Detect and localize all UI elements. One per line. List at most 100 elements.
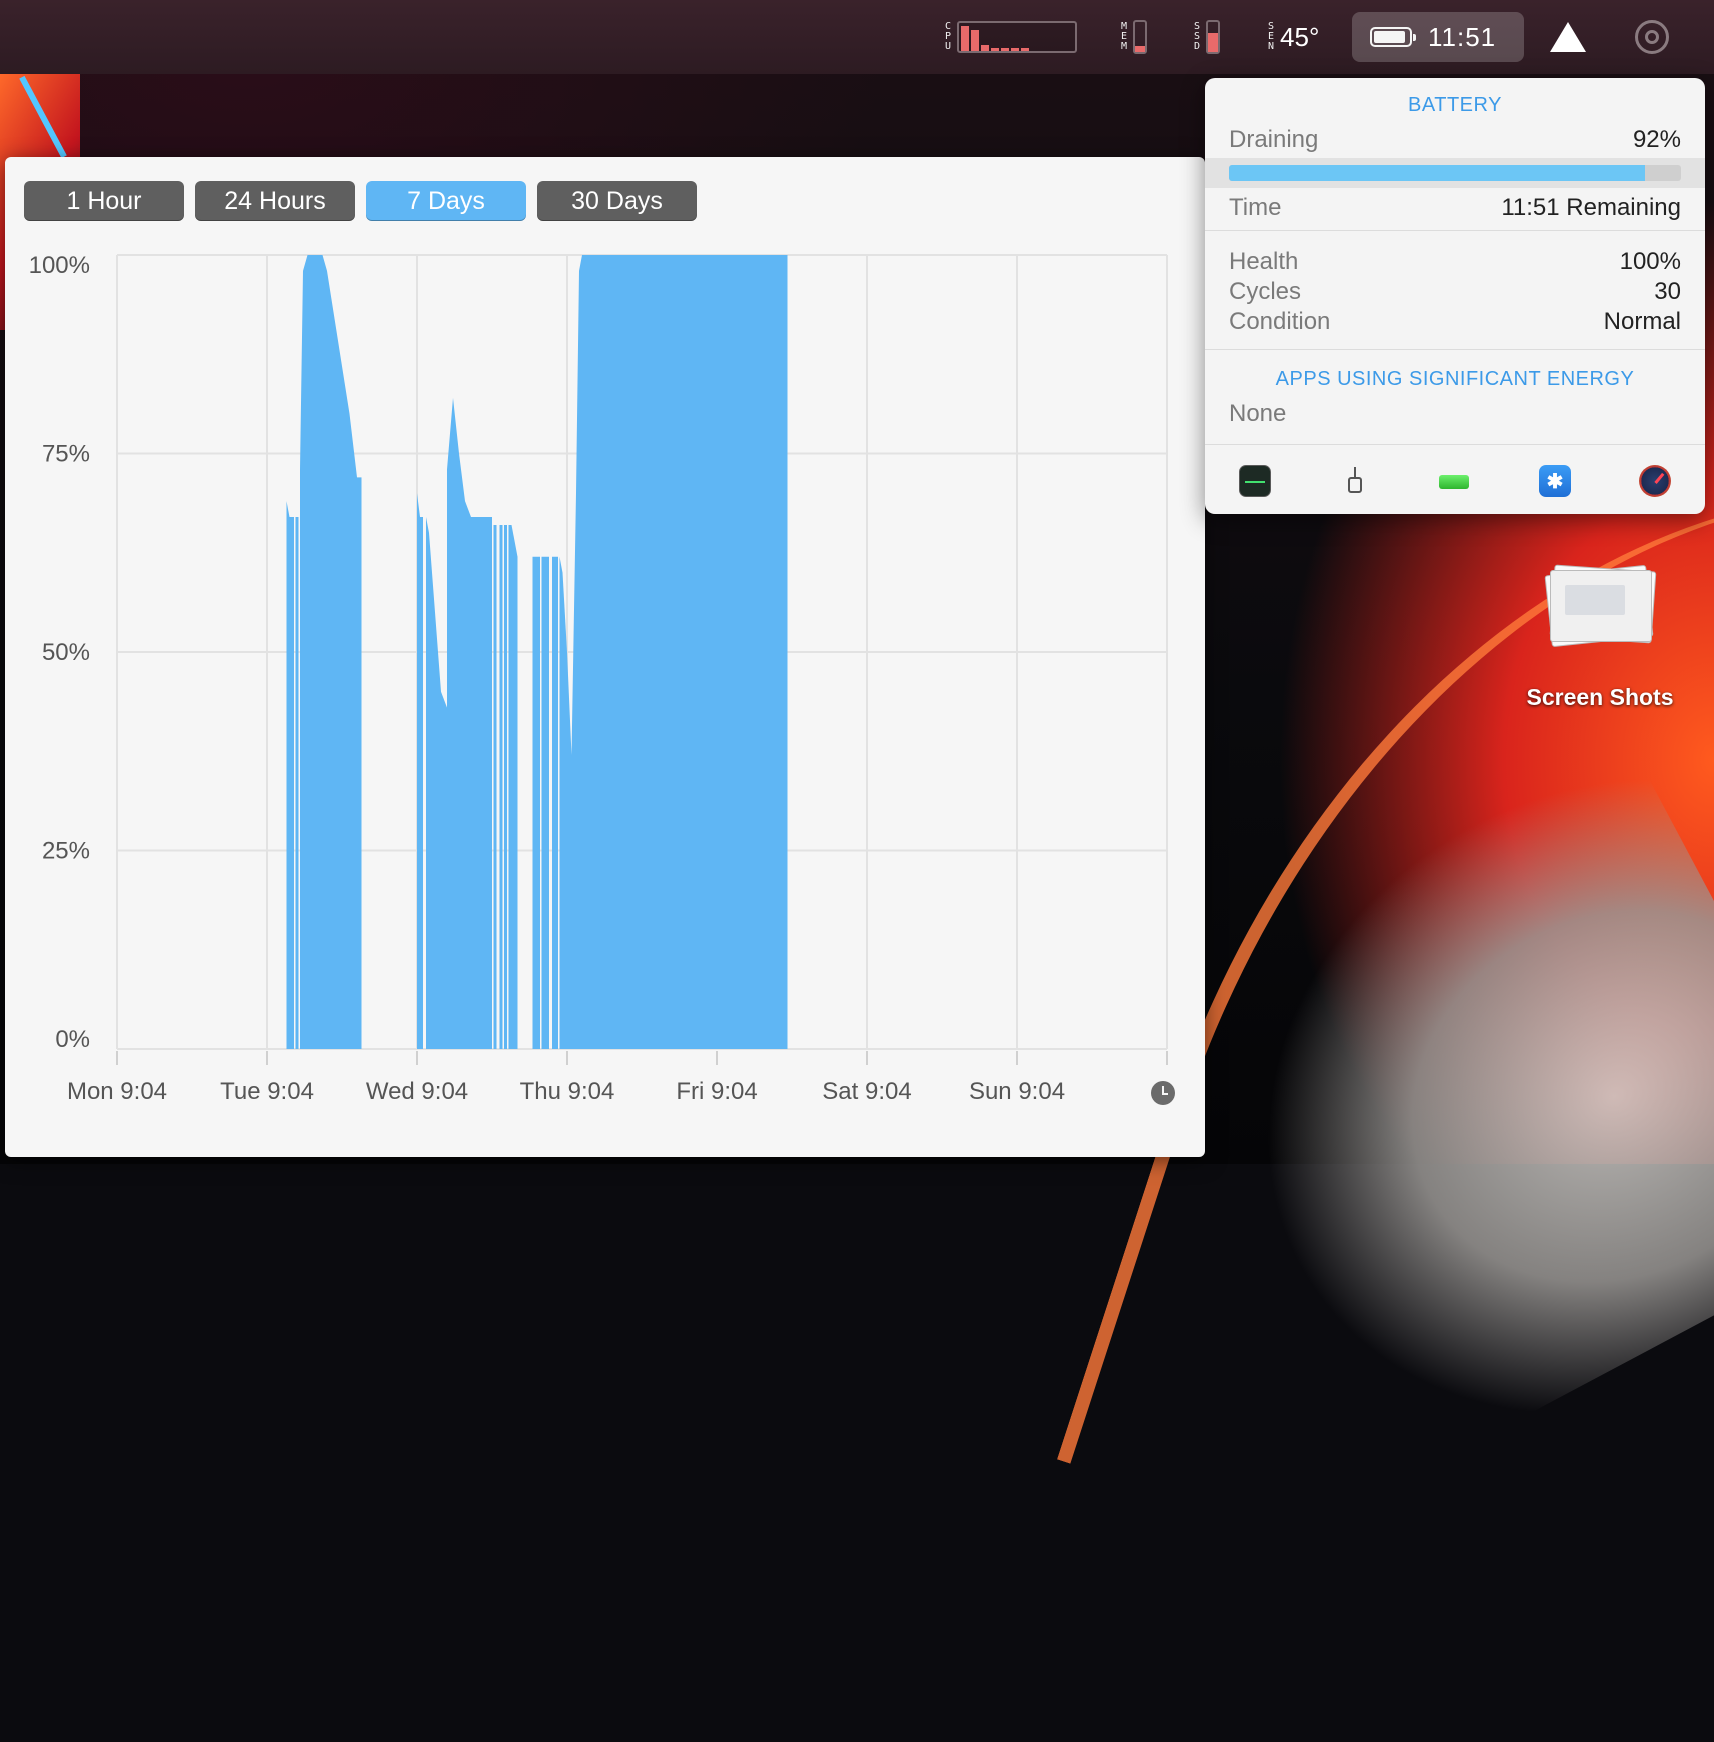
- cpu-graph: [957, 21, 1078, 53]
- screen-shots-folder-icon[interactable]: [1544, 564, 1657, 648]
- speedometer-icon[interactable]: [1639, 465, 1671, 497]
- battery-level-area: [295, 517, 299, 1049]
- y-tick-label: 25%: [42, 838, 90, 865]
- ssd-bar: [1206, 20, 1221, 54]
- battery-popover: BATTERY Draining 92% Time 11:51 Remainin…: [1205, 78, 1705, 514]
- battery-level-area: [559, 556, 572, 1049]
- battery-level-area: [541, 556, 549, 1049]
- condition-label: Condition: [1229, 308, 1331, 335]
- battery-level-area: [571, 255, 788, 1049]
- mem-label: M E M: [1121, 22, 1127, 52]
- cpu-graph-bar: [971, 30, 980, 51]
- activity-monitor-icon[interactable]: [1239, 465, 1271, 497]
- screen-shots-folder-label[interactable]: Screen Shots: [1500, 684, 1700, 711]
- cpu-graph-bar: [1001, 48, 1010, 51]
- battery-time: 11:51: [1428, 21, 1497, 52]
- memory-widget[interactable]: M E M: [1121, 0, 1148, 74]
- cpu-graph-bar: [1011, 48, 1020, 51]
- battery-level-area: [532, 556, 540, 1049]
- battery-level-area: [504, 524, 507, 1049]
- battery-header: BATTERY: [1408, 94, 1502, 116]
- cpu-graph-bar: [1021, 48, 1030, 51]
- sensors-widget[interactable]: S E N 45°: [1268, 0, 1319, 74]
- sen-label: S E N: [1268, 22, 1274, 52]
- battery-level-area: [286, 501, 294, 1049]
- memory-bar-fill: [1135, 46, 1146, 52]
- condition-row: Condition Normal: [1229, 308, 1681, 336]
- time-label: Time: [1229, 194, 1282, 221]
- battery-level-area: [471, 517, 492, 1049]
- ssd-label: S S D: [1194, 22, 1200, 52]
- battery-icon-fill: [1374, 31, 1406, 43]
- popover-footer-icons: ✱: [1205, 456, 1705, 506]
- condition-value: Normal: [1603, 308, 1681, 335]
- radar-icon[interactable]: [1635, 20, 1669, 54]
- battery-icon: [1370, 27, 1416, 47]
- separator: [1205, 230, 1705, 231]
- sensor-temperature: 45°: [1280, 21, 1320, 52]
- cycles-row: Cycles 30: [1229, 278, 1681, 306]
- y-tick-label: 0%: [55, 1026, 90, 1053]
- x-tick-label: Fri 9:04: [676, 1078, 757, 1105]
- health-row: Health 100%: [1229, 248, 1681, 276]
- y-tick-label: 100%: [29, 252, 90, 279]
- x-tick-label: Tue 9:04: [220, 1078, 314, 1105]
- ssd-widget[interactable]: S S D: [1194, 0, 1221, 74]
- x-tick-label: Mon 9:04: [67, 1078, 167, 1105]
- sen-label-n: N: [1268, 41, 1275, 52]
- separator: [1205, 349, 1705, 350]
- draining-row: Draining 92%: [1229, 126, 1681, 154]
- apps-row: None: [1229, 400, 1681, 428]
- cpu-label: C P U: [945, 22, 951, 52]
- cpu-widget[interactable]: C P U: [945, 0, 1078, 74]
- folder-stack-layer: [1550, 570, 1652, 642]
- battery-level-area: [493, 524, 497, 1049]
- time-value: 11:51 Remaining: [1501, 194, 1681, 221]
- mem-label-m2: M: [1121, 41, 1128, 52]
- memory-bar: [1133, 20, 1148, 54]
- battery-level-area: [300, 255, 362, 1049]
- draining-value: 92%: [1632, 126, 1681, 153]
- battery-level-track: [1205, 158, 1705, 188]
- cycles-label: Cycles: [1229, 278, 1302, 305]
- battery-history-window: 1 Hour 24 Hours 7 Days 30 Days 100% 75% …: [5, 157, 1205, 1157]
- battery-history-chart: 100% 75% 50% 25% 0% Mon 9:04 Tue 9:04 We…: [29, 252, 1168, 1105]
- x-tick-label: Sat 9:04: [822, 1078, 911, 1105]
- x-tick-label: Wed 9:04: [366, 1078, 468, 1105]
- ssd-bar-fill: [1208, 32, 1219, 52]
- battery-level-area: [552, 556, 558, 1049]
- time-row: Time 11:51 Remaining: [1229, 194, 1681, 222]
- clock-icon[interactable]: [1151, 1081, 1175, 1105]
- ssd-label-d: D: [1194, 41, 1201, 52]
- x-tick-label: Sun 9:04: [969, 1078, 1065, 1105]
- y-tick-label: 75%: [42, 441, 90, 468]
- battery-level-area: [417, 493, 423, 1049]
- battery-level-area: [447, 397, 471, 1049]
- cpu-graph-bar: [981, 45, 990, 51]
- health-label: Health: [1229, 248, 1299, 275]
- x-tick-label: Thu 9:04: [520, 1078, 615, 1105]
- usb-icon[interactable]: [1339, 465, 1371, 497]
- apps-header: APPS USING SIGNIFICANT ENERGY: [1275, 368, 1635, 390]
- x-axis-ticks: Mon 9:04 Tue 9:04 Wed 9:04 Thu 9:04 Fri …: [67, 1078, 1065, 1105]
- apps-value: None: [1229, 400, 1287, 427]
- cpu-graph-bar: [991, 48, 1000, 51]
- warning-triangle-icon[interactable]: [1550, 22, 1586, 52]
- battery-icon[interactable]: [1439, 465, 1471, 497]
- draining-label: Draining: [1229, 126, 1319, 153]
- battery-level-bar: [1229, 165, 1681, 181]
- battery-level-fill: [1229, 165, 1645, 181]
- battery-level-area: [499, 524, 503, 1049]
- battery-level-area: [508, 524, 518, 1049]
- y-axis-ticks: 100% 75% 50% 25% 0%: [29, 252, 90, 1053]
- y-tick-label: 50%: [42, 639, 90, 666]
- cpu-label-u: U: [945, 41, 952, 52]
- battery-menu-item[interactable]: 11:51: [1352, 12, 1524, 62]
- health-value: 100%: [1619, 248, 1681, 275]
- battery-level-area: [426, 517, 447, 1049]
- menu-bar: C P U M E M S S D S E N 45° 11:51: [0, 0, 1714, 74]
- cycles-value: 30: [1654, 278, 1681, 305]
- bluetooth-icon[interactable]: ✱: [1539, 465, 1571, 497]
- cpu-graph-bar: [961, 26, 970, 51]
- separator: [1205, 444, 1705, 445]
